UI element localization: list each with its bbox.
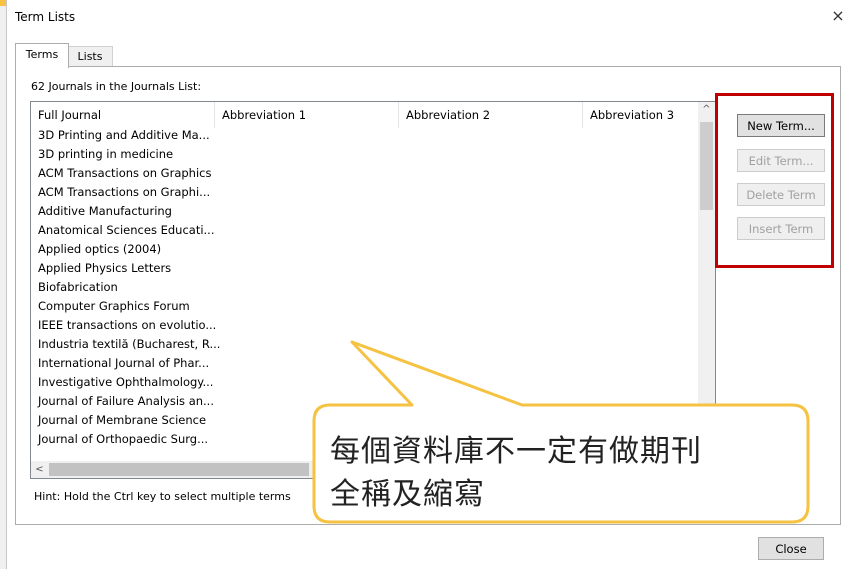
vertical-scroll-thumb[interactable] [700, 122, 713, 210]
list-item[interactable]: International Journal of Phar... [31, 354, 699, 373]
list-item[interactable]: Journal of Failure Analysis an... [31, 392, 699, 411]
callout-line-2: 全稱及縮寫 [330, 477, 485, 512]
tab-terms[interactable]: Terms [15, 43, 69, 68]
tab-lists[interactable]: Lists [67, 46, 113, 67]
highlight-box [715, 93, 834, 268]
hint-text: Hint: Hold the Ctrl key to select multip… [34, 490, 291, 503]
list-item[interactable]: Computer Graphics Forum [31, 297, 699, 316]
title-bar [0, 0, 850, 34]
column-header-abbreviation-3[interactable]: Abbreviation 3 [583, 102, 698, 128]
column-header-abbreviation-1[interactable]: Abbreviation 1 [215, 102, 399, 128]
callout-text: 每個資料庫不一定有做期刊 全稱及縮寫 [330, 430, 800, 516]
column-header-abbreviation-2[interactable]: Abbreviation 2 [399, 102, 583, 128]
close-button[interactable]: Close [758, 537, 824, 560]
list-item[interactable]: Additive Manufacturing [31, 202, 699, 221]
list-rows: 3D Printing and Additive Ma... 3D printin… [31, 126, 699, 449]
list-item[interactable]: Industria textilă (Bucharest, R... [31, 335, 699, 354]
window-title: Term Lists [15, 10, 76, 24]
list-item[interactable]: Investigative Ophthalmology... [31, 373, 699, 392]
list-item[interactable]: Journal of Membrane Science [31, 411, 699, 430]
window-left-edge [0, 0, 7, 569]
list-item[interactable]: Biofabrication [31, 278, 699, 297]
list-item[interactable]: ACM Transactions on Graphi... [31, 183, 699, 202]
callout-line-1: 每個資料庫不一定有做期刊 [330, 434, 702, 469]
list-item[interactable]: IEEE transactions on evolutio... [31, 316, 699, 335]
list-item[interactable]: Applied optics (2004) [31, 240, 699, 259]
list-item[interactable]: 3D printing in medicine [31, 145, 699, 164]
list-item[interactable]: Applied Physics Letters [31, 259, 699, 278]
horizontal-scroll-thumb[interactable] [49, 463, 309, 476]
list-item[interactable]: ACM Transactions on Graphics [31, 164, 699, 183]
list-item[interactable]: Anatomical Sciences Educati... [31, 221, 699, 240]
list-item[interactable]: 3D Printing and Additive Ma... [31, 126, 699, 145]
column-header-full-journal[interactable]: Full Journal [31, 102, 215, 128]
close-icon[interactable]: × [828, 6, 848, 26]
vertical-scrollbar[interactable]: ^ [698, 102, 715, 461]
journal-count-label: 62 Journals in the Journals List: [31, 80, 202, 93]
scroll-up-icon[interactable]: ^ [698, 104, 715, 118]
journal-list[interactable]: Full Journal Abbreviation 1 Abbreviation… [30, 101, 716, 479]
scroll-left-icon[interactable]: < [31, 461, 48, 478]
